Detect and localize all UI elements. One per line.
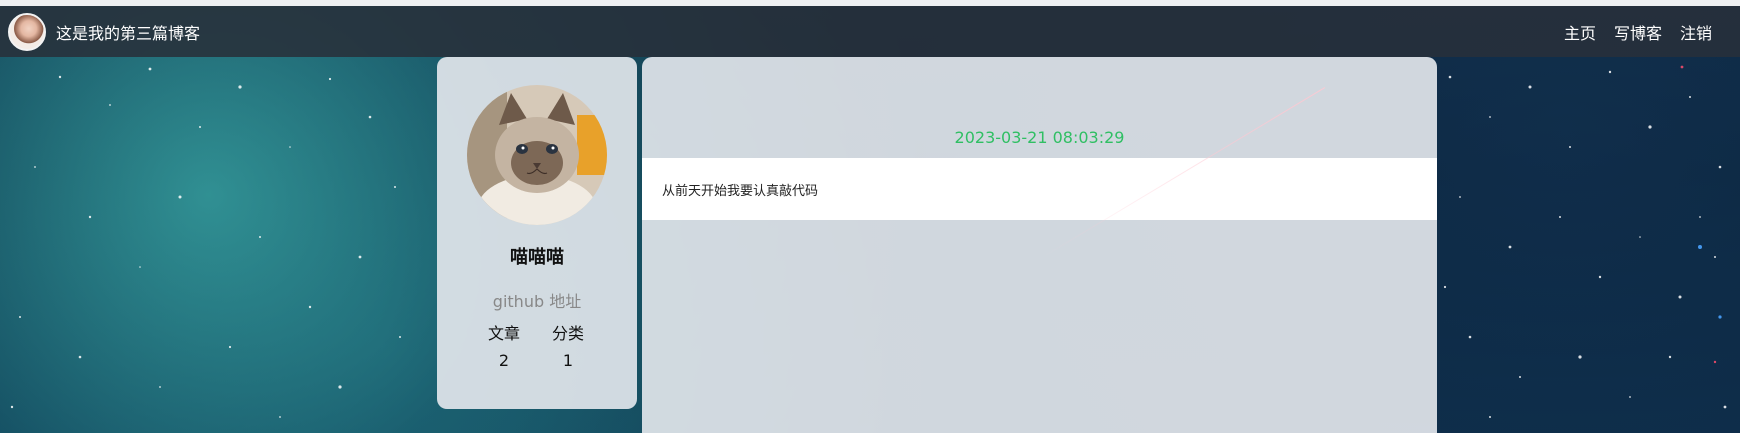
nav-link-logout[interactable]: 注销 [1680,20,1712,44]
nav-link-write-blog[interactable]: 写博客 [1614,20,1662,44]
post-content-text: 从前天开始我要认真敲代码 [662,183,819,199]
profile-username: 喵喵喵 [510,247,564,268]
cat-photo-illustration [467,85,607,225]
user-avatar-icon[interactable] [8,12,46,51]
post-content: 从前天开始我要认真敲代码 [642,158,1437,220]
stat-value-articles: 2 [498,351,510,370]
blog-title: 这是我的第三篇博客 [56,23,201,43]
cat-avatar-icon [467,85,607,225]
stat-label-articles: 文章 [487,324,520,343]
post-detail-card: 2023-03-21 08:03:29 从前天开始我要认真敲代码 [642,57,1437,433]
stat-value-categories: 1 [562,351,574,370]
post-date: 2023-03-21 08:03:29 [954,128,1125,147]
nav-link-home[interactable]: 主页 [1564,20,1596,44]
github-link[interactable]: github 地址 [437,288,637,312]
top-navbar: 这是我的第三篇博客 主页 写博客 注销 [0,6,1740,57]
profile-card: 喵喵喵 github 地址 文章 分类 2 1 [437,57,637,409]
stat-label-categories: 分类 [551,324,584,343]
